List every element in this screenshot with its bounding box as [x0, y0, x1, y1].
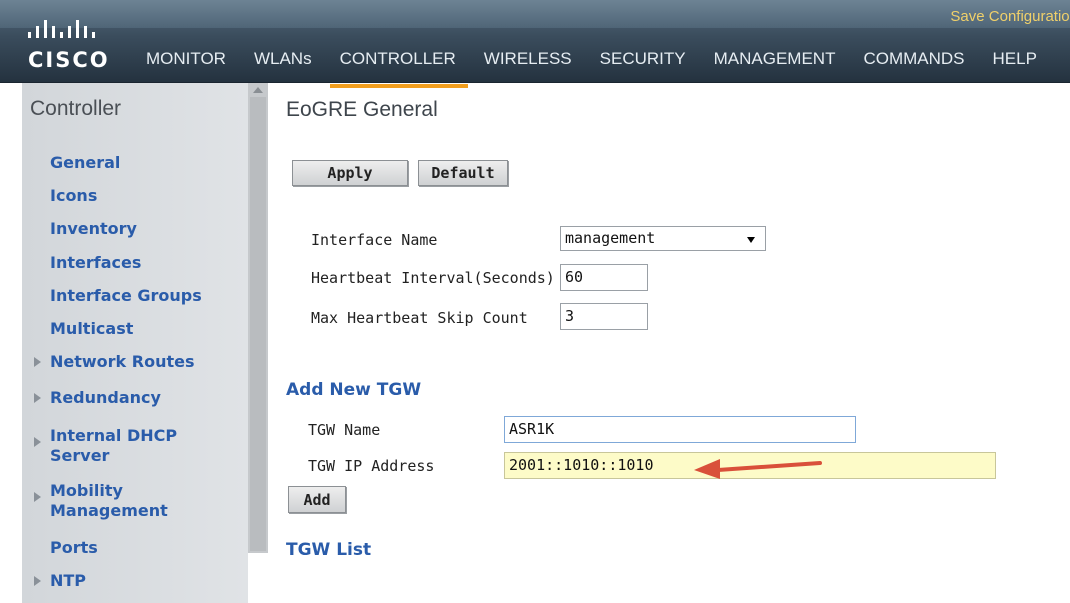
nav-management[interactable]: MANAGEMENT	[714, 46, 836, 82]
sidebar-item-interface-groups[interactable]: Interface Groups	[50, 286, 202, 306]
save-configuration-link[interactable]: Save Configuration	[950, 8, 1070, 25]
sidebar-item-label: NTP	[50, 571, 87, 590]
tgw-name-input[interactable]: ASR1K	[504, 416, 856, 443]
tgw-ip-address-label: TGW IP Address	[308, 457, 435, 475]
sidebar-item-mobility-management[interactable]: Mobility Management	[34, 481, 168, 521]
nav-help[interactable]: HELP	[993, 46, 1037, 82]
sidebar-item-ports[interactable]: Ports	[50, 538, 98, 558]
nav-controller[interactable]: CONTROLLER	[329, 46, 468, 88]
max-heartbeat-skip-input[interactable]: 3	[560, 303, 648, 330]
annotation-arrow-icon	[694, 459, 822, 479]
sidebar: Controller General Icons Inventory Inter…	[22, 83, 248, 603]
scroll-up-arrow-icon[interactable]	[253, 87, 263, 93]
tgw-name-label: TGW Name	[308, 421, 381, 439]
interface-name-value: management	[565, 229, 656, 247]
expand-arrow-icon	[34, 437, 41, 447]
dropdown-arrow-icon	[747, 237, 755, 243]
expand-arrow-icon	[34, 357, 41, 367]
sidebar-item-label-line2: Server	[50, 446, 110, 465]
sidebar-item-redundancy[interactable]: Redundancy	[34, 388, 161, 408]
sidebar-item-label-line2: Management	[50, 501, 168, 520]
nav-commands[interactable]: COMMANDS	[863, 46, 964, 82]
sidebar-item-interfaces[interactable]: Interfaces	[50, 253, 141, 273]
heartbeat-interval-input[interactable]: 60	[560, 264, 648, 291]
sidebar-item-internal-dhcp-server[interactable]: Internal DHCP Server	[34, 426, 178, 466]
sidebar-item-ntp[interactable]: NTP	[34, 571, 87, 591]
page-title: EoGRE General	[286, 98, 438, 121]
sidebar-item-general[interactable]: General	[50, 153, 120, 173]
header-top-strip	[0, 0, 1070, 28]
nav-wlans[interactable]: WLANs	[254, 46, 312, 82]
apply-button[interactable]: Apply	[292, 160, 408, 186]
expand-arrow-icon	[34, 576, 41, 586]
sidebar-item-label: Mobility	[50, 481, 123, 500]
sidebar-item-label: Network Routes	[50, 352, 195, 371]
top-header: CISCO Save Configuration MONITOR WLANs C…	[0, 0, 1070, 88]
cisco-bars-icon	[28, 20, 95, 38]
max-heartbeat-skip-label: Max Heartbeat Skip Count	[311, 309, 528, 327]
sidebar-item-network-routes[interactable]: Network Routes	[34, 352, 195, 372]
sidebar-item-inventory[interactable]: Inventory	[50, 219, 137, 239]
sidebar-item-icons[interactable]: Icons	[50, 186, 97, 206]
sidebar-scrollbar[interactable]	[248, 83, 268, 553]
tgw-list-heading: TGW List	[286, 540, 372, 560]
interface-name-label: Interface Name	[311, 231, 438, 249]
nav-security[interactable]: SECURITY	[600, 46, 686, 82]
cisco-logo: CISCO	[24, 12, 134, 74]
scroll-thumb[interactable]	[250, 97, 266, 551]
top-nav: MONITOR WLANs CONTROLLER WIRELESS SECURI…	[146, 46, 1037, 88]
add-button[interactable]: Add	[288, 486, 346, 513]
nav-monitor[interactable]: MONITOR	[146, 46, 226, 82]
sidebar-item-label: Redundancy	[50, 388, 161, 407]
sidebar-item-multicast[interactable]: Multicast	[50, 319, 133, 339]
expand-arrow-icon	[34, 393, 41, 403]
cisco-wordmark: CISCO	[28, 48, 110, 72]
add-new-tgw-heading: Add New TGW	[286, 380, 422, 400]
sidebar-title: Controller	[30, 97, 122, 120]
expand-arrow-icon	[34, 492, 41, 502]
nav-wireless[interactable]: WIRELESS	[484, 46, 572, 82]
interface-name-select[interactable]: management	[560, 226, 766, 251]
heartbeat-interval-label: Heartbeat Interval(Seconds)	[311, 269, 555, 287]
default-button[interactable]: Default	[418, 160, 508, 186]
sidebar-item-label: Internal DHCP	[50, 426, 178, 445]
